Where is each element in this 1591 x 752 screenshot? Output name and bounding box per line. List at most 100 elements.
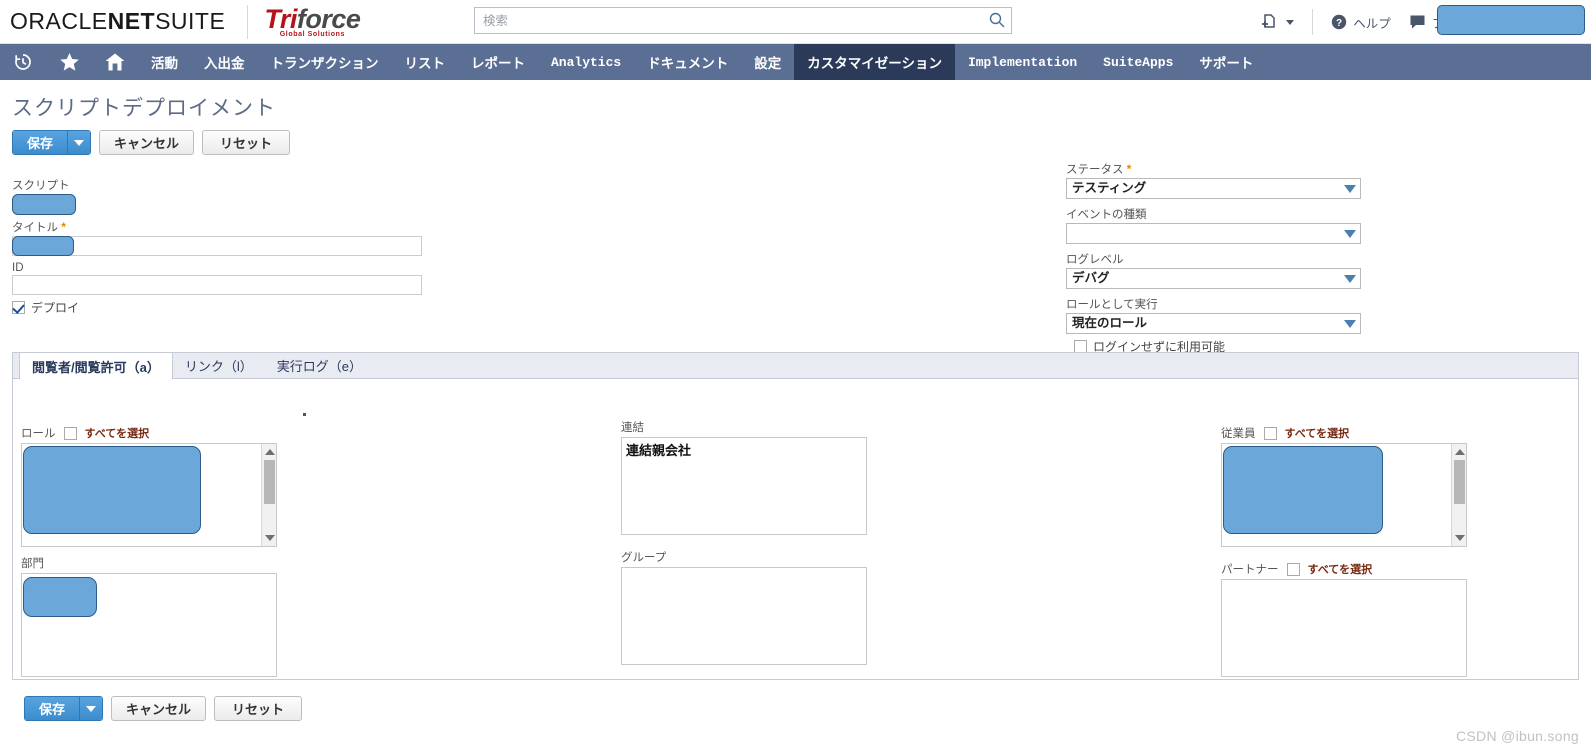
employee-select-all-checkbox[interactable] bbox=[1263, 426, 1277, 440]
log-level-select[interactable]: デバグ bbox=[1066, 268, 1361, 289]
role-selected-highlight[interactable] bbox=[23, 446, 201, 534]
role-header: ロール すべてを選択 bbox=[21, 425, 277, 441]
panel-body: ロール すべてを選択 部門 連結 連結親会社 グループ 従業員 すべてを選択 パ… bbox=[13, 379, 1578, 679]
partner-header: パートナー すべてを選択 bbox=[1221, 561, 1467, 577]
employee-listbox[interactable] bbox=[1221, 443, 1467, 547]
department-listbox[interactable] bbox=[21, 573, 277, 677]
search-input[interactable] bbox=[474, 7, 1012, 34]
employee-select-all-label: すべてを選択 bbox=[1284, 428, 1350, 440]
save-button[interactable]: 保存 bbox=[12, 130, 92, 155]
audience-panel: 閲覧者/閲覧許可（a） リンク（l） 実行ログ（e） ロール すべてを選択 部門… bbox=[12, 352, 1579, 680]
favorites-star-icon[interactable] bbox=[46, 44, 92, 80]
partner-listbox[interactable] bbox=[1221, 579, 1467, 677]
help-link[interactable]: ? ヘルプ bbox=[1331, 13, 1391, 32]
deploy-label: デプロイ bbox=[31, 301, 80, 315]
nav-item-0[interactable]: 活動 bbox=[138, 44, 191, 80]
nav-item-3[interactable]: リスト bbox=[392, 44, 459, 80]
field-status: ステータス * テスティング bbox=[1066, 161, 1361, 199]
deployment-form: スクリプト タイトル * ID デプロイ ステータス * テスティング イベント… bbox=[0, 155, 1591, 354]
nav-item-10[interactable]: SuiteApps bbox=[1090, 44, 1186, 80]
search-icon[interactable] bbox=[989, 12, 1005, 28]
netsuite-suite-wordmark: SUITE bbox=[155, 8, 226, 34]
group-label: グループ bbox=[621, 552, 667, 564]
recent-records-icon[interactable] bbox=[0, 44, 46, 80]
triforce-force-text: force bbox=[296, 3, 361, 34]
oracle-wordmark: ORACLE bbox=[10, 8, 108, 34]
quick-add-menu[interactable] bbox=[1261, 13, 1295, 31]
user-account-field[interactable] bbox=[1437, 5, 1585, 35]
employee-scrollbar[interactable] bbox=[1451, 444, 1466, 546]
nav-item-8[interactable]: カスタマイゼーション bbox=[794, 44, 955, 80]
subsidiary-header: 連結 bbox=[621, 419, 867, 435]
id-label: ID bbox=[12, 262, 24, 274]
log-level-select-wrap[interactable]: デバグ bbox=[1066, 268, 1361, 289]
scrollbar-thumb[interactable] bbox=[1454, 460, 1465, 504]
subsidiary-listbox[interactable]: 連結親会社 bbox=[621, 437, 867, 535]
chevron-down-icon bbox=[1286, 19, 1295, 25]
chevron-down-icon bbox=[74, 139, 85, 146]
cancel-button-bottom[interactable]: キャンセル bbox=[111, 696, 207, 721]
group-header: グループ bbox=[621, 549, 867, 565]
top-toolbar: 保存 キャンセル リセット bbox=[12, 130, 1591, 155]
required-marker: * bbox=[61, 220, 66, 234]
status-select-wrap[interactable]: テスティング bbox=[1066, 178, 1361, 199]
nav-item-5[interactable]: Analytics bbox=[538, 44, 634, 80]
group-listbox[interactable] bbox=[621, 567, 867, 665]
save-dropdown-toggle[interactable] bbox=[79, 697, 103, 720]
execute-as-role-select[interactable]: 現在のロール bbox=[1066, 313, 1361, 334]
event-type-select-wrap[interactable] bbox=[1066, 223, 1361, 244]
partner-select-all-checkbox[interactable] bbox=[1286, 562, 1300, 576]
role-scrollbar[interactable] bbox=[261, 444, 276, 546]
cancel-button[interactable]: キャンセル bbox=[99, 130, 195, 155]
triforce-logo: Triforce Global Solutions bbox=[264, 3, 361, 38]
list-item[interactable]: 連結親会社 bbox=[622, 438, 866, 461]
script-value-highlight[interactable] bbox=[12, 194, 76, 215]
nav-item-4[interactable]: レポート bbox=[458, 44, 538, 80]
scroll-down-icon[interactable] bbox=[265, 535, 275, 541]
scrollbar-thumb[interactable] bbox=[264, 460, 275, 504]
speech-bubble-icon bbox=[1410, 15, 1425, 29]
save-dropdown-toggle[interactable] bbox=[67, 131, 91, 154]
home-icon[interactable] bbox=[92, 44, 138, 80]
field-script: スクリプト bbox=[12, 177, 422, 215]
nav-item-7[interactable]: 設定 bbox=[741, 44, 794, 80]
nav-item-11[interactable]: サポート bbox=[1186, 44, 1266, 80]
nav-item-2[interactable]: トランザクション bbox=[258, 44, 392, 80]
nav-item-6[interactable]: ドキュメント bbox=[634, 44, 741, 80]
save-button-bottom[interactable]: 保存 bbox=[24, 696, 104, 721]
id-input[interactable] bbox=[12, 275, 422, 295]
reset-button-bottom[interactable]: リセット bbox=[214, 696, 303, 721]
title-value-highlight[interactable] bbox=[12, 236, 74, 256]
watermark: CSDN @ibun.song bbox=[1456, 728, 1579, 744]
event-type-select[interactable] bbox=[1066, 223, 1361, 244]
required-marker: * bbox=[1126, 162, 1132, 176]
status-label: ステータス * bbox=[1066, 161, 1361, 177]
field-id: ID bbox=[12, 262, 422, 295]
role-select-all-checkbox[interactable] bbox=[63, 426, 77, 440]
tab-1[interactable]: リンク（l） bbox=[173, 352, 265, 378]
tab-0[interactable]: 閲覧者/閲覧許可（a） bbox=[19, 352, 173, 379]
employee-selected-highlight[interactable] bbox=[1223, 446, 1383, 534]
field-deploy[interactable]: デプロイ bbox=[12, 299, 422, 316]
panel-tabstrip: 閲覧者/閲覧許可（a） リンク（l） 実行ログ（e） bbox=[13, 352, 1578, 379]
status-select[interactable]: テスティング bbox=[1066, 178, 1361, 199]
deploy-checkbox[interactable] bbox=[12, 301, 25, 314]
form-right-column: ステータス * テスティング イベントの種類 ログレベル デバグ ロールとして実… bbox=[1066, 161, 1361, 355]
tab-2[interactable]: 実行ログ（e） bbox=[265, 352, 374, 378]
execute-as-role-select-wrap[interactable]: 現在のロール bbox=[1066, 313, 1361, 334]
reset-button[interactable]: リセット bbox=[202, 130, 291, 155]
header-right-tools: ? ヘルプ フィードバック bbox=[1261, 0, 1591, 44]
nav-items-container: 活動 入出金 トランザクション リスト レポート Analytics ドキュメント 設定 カスタ… bbox=[138, 44, 1266, 80]
department-selected-highlight[interactable] bbox=[23, 577, 97, 617]
chevron-down-icon bbox=[1344, 320, 1356, 328]
role-listbox[interactable] bbox=[21, 443, 277, 547]
scroll-up-icon[interactable] bbox=[265, 449, 275, 455]
scroll-down-icon[interactable] bbox=[1455, 535, 1465, 541]
field-group: グループ bbox=[621, 549, 867, 665]
field-log-level: ログレベル デバグ bbox=[1066, 251, 1361, 289]
oracle-netsuite-logo[interactable]: ORACLENETSUITE bbox=[10, 8, 225, 35]
header-divider bbox=[247, 4, 249, 39]
nav-item-1[interactable]: 入出金 bbox=[191, 44, 258, 80]
nav-item-9[interactable]: Implementation bbox=[955, 44, 1090, 80]
scroll-up-icon[interactable] bbox=[1455, 449, 1465, 455]
